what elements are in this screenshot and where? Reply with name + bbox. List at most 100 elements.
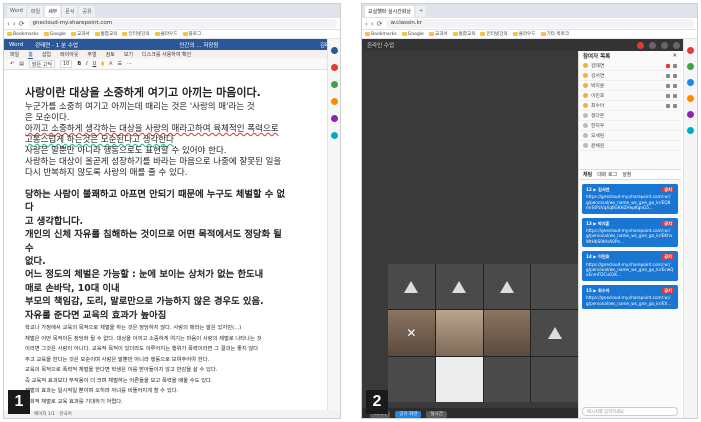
bookmark-item[interactable]: 인터넷강의 <box>480 31 507 37</box>
participant-row[interactable]: 박지훈 <box>579 81 681 91</box>
reload-icon[interactable]: ⟳ <box>19 20 25 28</box>
mic-icon[interactable] <box>666 73 670 78</box>
message-link[interactable]: https://gnecloud-my.sharepoint.com/:w:/g… <box>586 228 674 244</box>
ribbon-tab[interactable]: 보기 <box>124 51 133 58</box>
camera-icon[interactable] <box>673 93 677 98</box>
chat-input[interactable]: 메시지를 입력하세요 <box>582 407 678 416</box>
browser-tab[interactable]: Word <box>7 5 26 17</box>
record-icon[interactable] <box>637 41 644 49</box>
document-title[interactable]: 인간의 ... 저장됨 <box>90 41 308 49</box>
bookmark-item[interactable]: Bookmarks <box>365 32 397 37</box>
message-link[interactable]: https://gnecloud-my.sharepoint.com/:w:/g… <box>586 295 674 306</box>
message-link[interactable]: https://gnecloud-my.sharepoint.com/:w:/g… <box>586 194 674 210</box>
camera-icon[interactable] <box>673 73 677 78</box>
message-link[interactable]: https://gnecloud-my.sharepoint.com/:w:/g… <box>586 262 674 278</box>
back-icon[interactable]: ‹ <box>365 20 368 28</box>
camera-icon[interactable] <box>661 41 668 49</box>
camera-icon[interactable] <box>673 63 677 68</box>
url-field[interactable]: w.classin.kr <box>385 19 694 28</box>
forward-icon[interactable]: › <box>371 20 374 28</box>
bookmark-item[interactable]: 인터넷강의 <box>122 31 149 37</box>
tab-chat[interactable]: 채팅 <box>583 171 592 178</box>
ribbon-tab[interactable]: 삽입 <box>42 51 51 58</box>
chat-message[interactable]: 13 ▶ 박지훈 공지 https://gnecloud-my.sharepoin… <box>582 217 678 248</box>
new-tab-button[interactable]: + <box>416 5 427 17</box>
more-icon[interactable]: ⋯ <box>127 61 132 67</box>
ribbon-tab[interactable]: 디스크를 사용하여 확인 <box>142 51 191 58</box>
extension-icon[interactable] <box>687 95 694 102</box>
video-tile[interactable] <box>435 264 483 310</box>
extension-icon[interactable] <box>687 47 694 54</box>
browser-tab[interactable]: 공유 <box>79 5 95 17</box>
back-icon[interactable]: ‹ <box>7 20 10 28</box>
ribbon-tab[interactable]: 검토 <box>106 51 115 58</box>
bullets-icon[interactable]: ☰ <box>117 61 121 67</box>
live-button[interactable]: 실시간 <box>426 410 447 418</box>
bookmark-item[interactable]: 클라우드 <box>513 31 536 37</box>
video-tile[interactable] <box>388 356 435 402</box>
camera-icon[interactable] <box>673 83 677 88</box>
extension-icon[interactable] <box>687 111 694 118</box>
bold-icon[interactable]: B <box>77 61 81 67</box>
url-field[interactable]: gnecloud-my.sharepoint.com <box>27 19 337 28</box>
font-family-select[interactable]: 맑은 고딕 <box>28 60 55 68</box>
video-tile[interactable] <box>531 356 578 402</box>
browser-tab[interactable]: 문서 <box>62 5 78 17</box>
video-tile-camera[interactable] <box>483 310 531 356</box>
mic-icon[interactable] <box>666 83 670 88</box>
camera-icon[interactable] <box>673 103 677 108</box>
bookmark-item[interactable]: 통합교육 <box>453 31 476 37</box>
video-tile[interactable] <box>483 356 531 402</box>
mic-icon[interactable] <box>649 41 656 49</box>
bookmark-item[interactable]: 기타 북마크 <box>541 31 570 37</box>
bookmark-item[interactable]: 블로그 <box>183 31 202 37</box>
video-tile[interactable] <box>531 264 578 310</box>
extension-icon[interactable] <box>330 98 338 105</box>
extension-icon[interactable] <box>330 115 338 122</box>
video-tile-camera[interactable] <box>435 310 483 356</box>
chat-message[interactable]: 15 ▶ 최수아 공지 https://gnecloud-my.sharepoin… <box>582 284 678 310</box>
chat-message[interactable]: 14 ▶ 이민호 공지 https://gnecloud-my.sharepoin… <box>582 251 678 281</box>
extension-icon[interactable] <box>330 81 338 88</box>
font-color-icon[interactable]: A <box>109 61 112 67</box>
mic-icon[interactable] <box>666 93 670 98</box>
bookmark-item[interactable]: 클라우드 <box>155 31 178 37</box>
participant-row[interactable]: 오세린 <box>579 131 681 141</box>
video-tile[interactable] <box>435 356 483 402</box>
extension-icon[interactable] <box>687 63 694 70</box>
underline-icon[interactable]: U <box>93 61 97 67</box>
settings-icon[interactable] <box>673 41 680 49</box>
video-tile[interactable] <box>483 264 531 310</box>
document-body[interactable]: 사랑이란 대상을 소중하게 여기고 아끼는 마음이다. 누군가를 소중히 여기고… <box>7 74 307 410</box>
participant-row[interactable]: 윤채원 <box>579 141 681 151</box>
tab-chat-settings[interactable]: 설정 <box>622 171 631 178</box>
extension-icon[interactable] <box>687 127 694 134</box>
ribbon-tab-active[interactable]: 홈 <box>28 51 33 59</box>
font-size-select[interactable]: 10 <box>59 60 73 68</box>
extension-icon[interactable] <box>330 64 338 71</box>
bookmark-item[interactable]: 통합교육 <box>95 31 118 37</box>
browser-tab-active[interactable]: 교실헬퍼 실시간화상 <box>365 5 414 17</box>
bookmark-item[interactable]: 교과서 <box>71 31 90 37</box>
participant-row[interactable]: 최수아 <box>579 101 681 111</box>
close-icon[interactable]: ✕ <box>672 53 677 59</box>
mic-icon[interactable] <box>666 63 670 68</box>
highlight-icon[interactable]: ▮ <box>101 61 104 67</box>
mic-icon[interactable] <box>666 103 670 108</box>
undo-icon[interactable]: ↶ <box>10 61 14 67</box>
classroom-stage[interactable]: ✕ 나가기 공유 화면 실시간 <box>362 51 578 418</box>
video-tile[interactable] <box>388 264 435 310</box>
tab-chat-log[interactable]: 대화 로그 <box>597 171 617 178</box>
ribbon-tab[interactable]: 파일 <box>10 51 19 58</box>
extension-icon[interactable] <box>330 132 338 139</box>
video-tile-camera[interactable]: ✕ <box>388 310 435 356</box>
extension-icon[interactable] <box>687 79 694 86</box>
participant-row[interactable]: 김태연 <box>579 61 681 71</box>
word-app-name[interactable]: Word <box>9 42 23 48</box>
ribbon-tab[interactable]: 주얼 <box>87 51 96 58</box>
participant-row[interactable]: 정다은 <box>579 111 681 121</box>
ribbon-tab[interactable]: 레이아웃 <box>60 51 78 58</box>
extension-icon[interactable] <box>330 47 338 54</box>
participant-row[interactable]: 한지우 <box>579 121 681 131</box>
participant-row[interactable]: 김서연 <box>579 71 681 81</box>
